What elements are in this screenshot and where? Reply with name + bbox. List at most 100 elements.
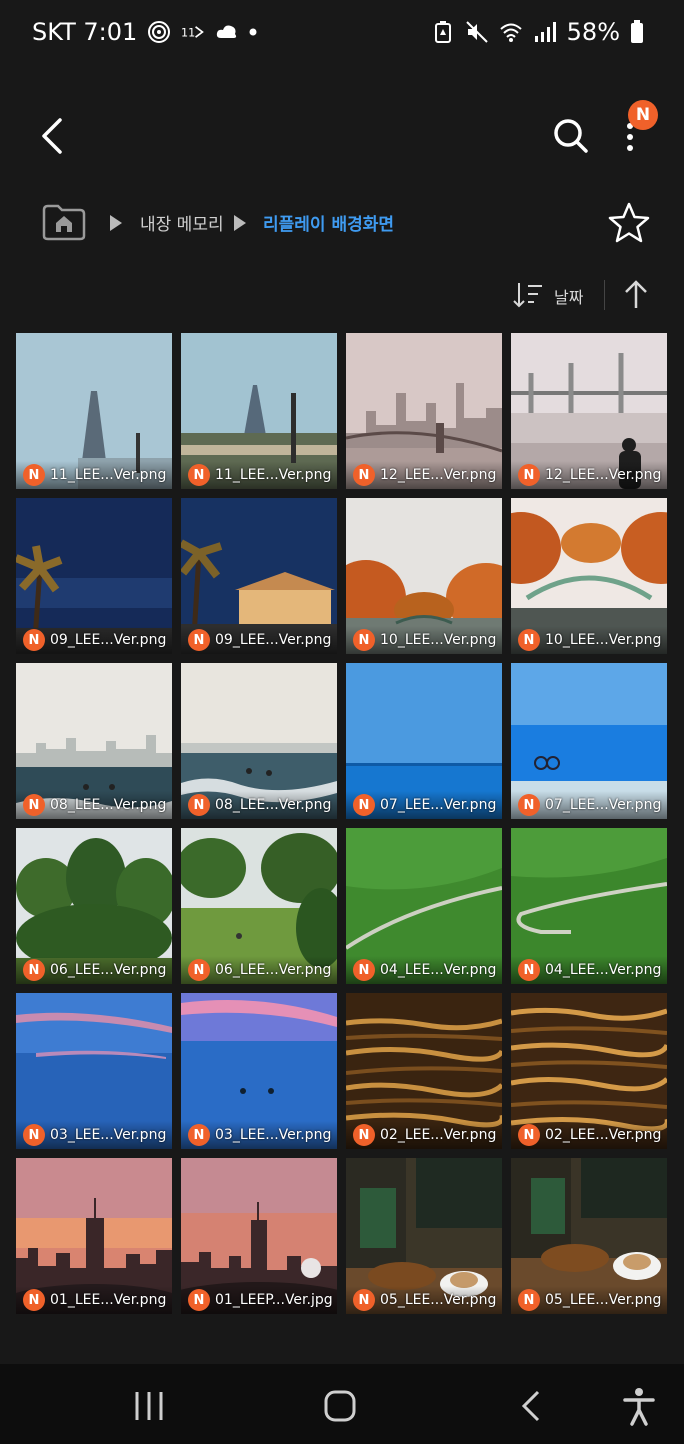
mute-icon <box>465 21 488 43</box>
file-name: 12_LEE...Ver.png <box>545 467 662 483</box>
image-caption: N 08_LEE...Ver.png <box>181 791 337 819</box>
image-caption: N 09_LEE...Ver.png <box>181 626 337 654</box>
back-icon[interactable] <box>510 1384 554 1428</box>
image-tile[interactable]: N 01_LEE...Ver.png <box>16 1158 172 1314</box>
image-tile[interactable]: N 11_LEE...Ver.png <box>16 333 172 489</box>
weather-icon <box>217 25 237 38</box>
file-name: 01_LEE...Ver.png <box>50 1292 167 1308</box>
image-tile[interactable]: N 03_LEE...Ver.png <box>16 993 172 1149</box>
file-name: 09_LEE...Ver.png <box>215 632 332 648</box>
breadcrumb-current-folder[interactable]: 리플레이 배경화면 <box>232 210 394 235</box>
breadcrumb-internal-storage[interactable]: 내장 메모리 <box>108 210 224 235</box>
hotspot-icon <box>148 21 171 43</box>
app-badge-icon: N <box>353 629 375 651</box>
image-caption: N 04_LEE...Ver.png <box>346 956 502 984</box>
app-badge-icon: N <box>353 464 375 486</box>
image-tile[interactable]: N 02_LEE...Ver.png <box>346 993 502 1149</box>
image-tile[interactable]: N 06_LEE...Ver.png <box>181 828 337 984</box>
star-icon[interactable] <box>606 200 652 246</box>
app-badge-icon: N <box>23 1289 45 1311</box>
file-name: 03_LEE...Ver.png <box>215 1127 332 1143</box>
image-tile[interactable]: N 08_LEE...Ver.png <box>16 663 172 819</box>
image-caption: N 11_LEE...Ver.png <box>181 461 337 489</box>
file-name: 05_LEE...Ver.png <box>545 1292 662 1308</box>
app-badge-icon: N <box>353 1289 375 1311</box>
image-tile[interactable]: N 08_LEE...Ver.png <box>181 663 337 819</box>
dot-icon <box>249 28 257 36</box>
app-badge-icon: N <box>188 959 210 981</box>
file-name: 11_LEE...Ver.png <box>50 467 167 483</box>
image-tile[interactable]: N 03_LEE...Ver.png <box>181 993 337 1149</box>
app-badge-icon: N <box>518 959 540 981</box>
app-badge-icon: N <box>188 464 210 486</box>
file-name: 07_LEE...Ver.png <box>545 797 662 813</box>
image-tile[interactable]: N 05_LEE...Ver.png <box>346 1158 502 1314</box>
accessibility-icon[interactable] <box>617 1384 661 1428</box>
image-tile[interactable]: N 01_LEEP...Ver.jpg <box>181 1158 337 1314</box>
image-tile[interactable]: N 12_LEE...Ver.png <box>511 333 667 489</box>
image-tile[interactable]: N 12_LEE...Ver.png <box>346 333 502 489</box>
app-badge-icon: N <box>23 1124 45 1146</box>
app-badge-icon: N <box>518 794 540 816</box>
sort-label[interactable]: 날짜 <box>554 284 583 308</box>
image-tile[interactable]: N 11_LEE...Ver.png <box>181 333 337 489</box>
search-icon[interactable] <box>546 112 594 160</box>
call-forward-icon: 11 <box>181 26 205 39</box>
app-badge-icon: N <box>353 959 375 981</box>
file-name: 08_LEE...Ver.png <box>215 797 332 813</box>
app-badge-icon: N <box>188 629 210 651</box>
back-arrow-icon[interactable] <box>30 112 78 160</box>
image-caption: N 08_LEE...Ver.png <box>16 791 172 819</box>
image-tile[interactable]: N 05_LEE...Ver.png <box>511 1158 667 1314</box>
image-tile[interactable]: N 06_LEE...Ver.png <box>16 828 172 984</box>
app-badge-icon: N <box>353 794 375 816</box>
status-time: SKT 7:01 <box>32 18 138 46</box>
image-caption: N 01_LEE...Ver.png <box>16 1286 172 1314</box>
image-caption: N 01_LEEP...Ver.jpg <box>181 1286 337 1314</box>
recent-apps-icon[interactable] <box>127 1384 171 1428</box>
image-caption: N 06_LEE...Ver.png <box>16 956 172 984</box>
app-badge-icon: N <box>353 1124 375 1146</box>
image-caption: N 07_LEE...Ver.png <box>511 791 667 819</box>
app-badge-icon: N <box>518 629 540 651</box>
image-tile[interactable]: N 04_LEE...Ver.png <box>511 828 667 984</box>
file-grid: N 11_LEE...Ver.png N 11_LEE...Ver.png N 12_LE… <box>16 333 668 1314</box>
image-caption: N 10_LEE...Ver.png <box>511 626 667 654</box>
image-tile[interactable]: N 10_LEE...Ver.png <box>346 498 502 654</box>
image-caption: N 05_LEE...Ver.png <box>346 1286 502 1314</box>
signal-icon <box>534 22 556 42</box>
image-caption: N 09_LEE...Ver.png <box>16 626 172 654</box>
image-tile[interactable]: N 07_LEE...Ver.png <box>511 663 667 819</box>
image-caption: N 12_LEE...Ver.png <box>346 461 502 489</box>
image-tile[interactable]: N 07_LEE...Ver.png <box>346 663 502 819</box>
file-name: 06_LEE...Ver.png <box>50 962 167 978</box>
sort-divider <box>604 280 605 310</box>
sort-icon[interactable] <box>512 280 544 310</box>
image-caption: N 06_LEE...Ver.png <box>181 956 337 984</box>
arrow-up-icon[interactable] <box>620 278 652 312</box>
image-tile[interactable]: N 09_LEE...Ver.png <box>16 498 172 654</box>
image-tile[interactable]: N 10_LEE...Ver.png <box>511 498 667 654</box>
image-tile[interactable]: N 04_LEE...Ver.png <box>346 828 502 984</box>
file-name: 07_LEE...Ver.png <box>380 797 497 813</box>
image-caption: N 10_LEE...Ver.png <box>346 626 502 654</box>
home-icon[interactable] <box>318 1384 362 1428</box>
app-badge-icon: N <box>518 1124 540 1146</box>
breadcrumb-label: 내장 메모리 <box>140 215 224 235</box>
battery-icon <box>631 20 643 43</box>
file-name: 02_LEE...Ver.png <box>380 1127 497 1143</box>
image-caption: N 04_LEE...Ver.png <box>511 956 667 984</box>
crumb-arrow-icon <box>234 214 246 231</box>
file-name: 08_LEE...Ver.png <box>50 797 167 813</box>
status-bar: SKT 7:01 11 58% <box>0 0 684 70</box>
app-badge-icon: N <box>188 794 210 816</box>
app-badge-icon: N <box>188 1124 210 1146</box>
file-name: 12_LEE...Ver.png <box>380 467 497 483</box>
battery-percent: 58% <box>566 18 620 46</box>
image-tile[interactable]: N 09_LEE...Ver.png <box>181 498 337 654</box>
file-name: 11_LEE...Ver.png <box>215 467 332 483</box>
image-caption: N 03_LEE...Ver.png <box>16 1121 172 1149</box>
image-caption: N 11_LEE...Ver.png <box>16 461 172 489</box>
image-tile[interactable]: N 02_LEE...Ver.png <box>511 993 667 1149</box>
home-storage-icon[interactable] <box>40 202 88 242</box>
